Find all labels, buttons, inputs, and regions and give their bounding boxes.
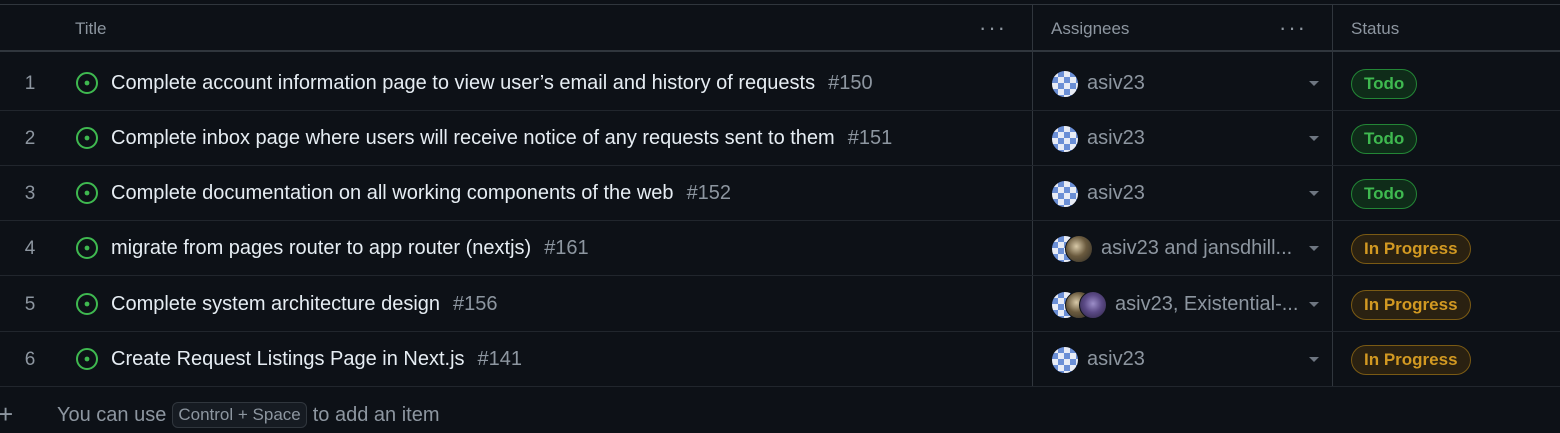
column-header-status[interactable]: Status	[1351, 5, 1399, 52]
title-cell[interactable]: migrate from pages router to app router …	[111, 221, 589, 276]
row-number: 6	[24, 348, 36, 370]
status-cell[interactable]: In Progress	[1351, 221, 1471, 276]
avatar	[1051, 69, 1079, 98]
chevron-down-icon[interactable]	[1309, 246, 1319, 251]
issue-opened-icon	[76, 237, 98, 259]
table-row[interactable]: 3 Complete documentation on all working …	[0, 166, 1560, 221]
assignee-names: asiv23, Existential-...	[1115, 293, 1299, 315]
status-badge: In Progress	[1351, 289, 1471, 320]
title-cell[interactable]: Complete account information page to vie…	[111, 56, 873, 111]
status-cell[interactable]: In Progress	[1351, 277, 1471, 332]
issue-title-link[interactable]: Complete account information page to vie…	[111, 72, 815, 95]
row-number: 3	[24, 182, 36, 204]
status-badge: Todo	[1351, 68, 1418, 99]
chevron-down-icon[interactable]	[1309, 136, 1319, 141]
assignee-avatars	[1051, 124, 1079, 153]
chevron-down-icon[interactable]	[1309, 357, 1319, 362]
title-column-menu-icon[interactable]: ···	[979, 15, 1007, 41]
table-row[interactable]: 1 Complete account information page to v…	[0, 56, 1560, 111]
assignee-names: asiv23 and jansdhill...	[1101, 237, 1293, 259]
issue-opened-icon	[76, 182, 98, 204]
add-item-hint: You can use Control + Space to add an it…	[57, 397, 440, 433]
avatar	[1051, 345, 1079, 374]
status-badge: In Progress	[1351, 344, 1471, 375]
keyboard-shortcut: Control + Space	[172, 402, 307, 428]
avatar	[1065, 234, 1093, 263]
assignees-column-menu-icon[interactable]: ···	[1279, 15, 1307, 41]
avatar	[1079, 290, 1107, 319]
status-cell[interactable]: Todo	[1351, 166, 1418, 221]
title-cell[interactable]: Complete inbox page where users will rec…	[111, 111, 892, 166]
issue-number: #161	[544, 237, 589, 259]
issue-number: #150	[828, 72, 873, 94]
assignee-avatars	[1051, 179, 1079, 208]
issue-number: #151	[847, 127, 893, 149]
assignee-names: asiv23	[1087, 182, 1145, 204]
column-header-status-label: Status	[1351, 18, 1400, 38]
issue-number: #141	[477, 348, 523, 370]
issue-number: #152	[686, 182, 732, 204]
chevron-down-icon[interactable]	[1309, 302, 1319, 307]
issue-opened-icon	[76, 72, 98, 94]
column-header-assignees-label: Assignees	[1051, 18, 1130, 38]
title-cell[interactable]: Create Request Listings Page in Next.js …	[111, 332, 522, 387]
avatar	[1051, 179, 1079, 208]
assignees-cell[interactable]: asiv23	[1051, 56, 1321, 111]
title-cell[interactable]: Complete system architecture design #156	[111, 277, 498, 332]
table-header: Title ··· Assignees ··· Status	[0, 5, 1560, 52]
assignee-avatars	[1051, 345, 1079, 374]
assignees-cell[interactable]: asiv23 and jansdhill...	[1051, 221, 1321, 276]
status-cell[interactable]: Todo	[1351, 56, 1418, 111]
issue-title-link[interactable]: Complete system architecture design	[111, 293, 440, 316]
table-row[interactable]: 2 Complete inbox page where users will r…	[0, 111, 1560, 166]
column-header-assignees[interactable]: Assignees	[1051, 5, 1129, 52]
issue-title-link[interactable]: Complete inbox page where users will rec…	[111, 127, 835, 150]
assignees-cell[interactable]: asiv23	[1051, 332, 1321, 387]
status-cell[interactable]: In Progress	[1351, 332, 1471, 387]
assignee-names: asiv23	[1087, 72, 1145, 94]
issue-title-link[interactable]: Create Request Listings Page in Next.js	[111, 348, 465, 371]
assignee-names: asiv23	[1087, 127, 1145, 149]
column-header-title-label: Title	[75, 18, 107, 38]
status-badge: Todo	[1351, 123, 1418, 154]
add-item-prefix: You can use	[57, 403, 167, 426]
avatar	[1051, 124, 1079, 153]
issue-number: #156	[453, 293, 498, 315]
issue-title-link[interactable]: Complete documentation on all working co…	[111, 182, 674, 205]
assignee-avatars	[1051, 234, 1093, 263]
chevron-down-icon[interactable]	[1309, 81, 1319, 86]
status-badge: Todo	[1351, 178, 1418, 209]
row-number: 2	[24, 127, 36, 149]
row-number: 4	[24, 237, 36, 259]
assignee-avatars	[1051, 69, 1079, 98]
status-badge: In Progress	[1351, 233, 1471, 264]
add-item-row[interactable]: + You can use Control + Space to add an …	[0, 397, 1560, 433]
row-number: 5	[24, 293, 36, 315]
chevron-down-icon[interactable]	[1309, 191, 1319, 196]
assignees-cell[interactable]: asiv23	[1051, 166, 1321, 221]
column-header-title[interactable]: Title	[75, 5, 107, 52]
issue-opened-icon	[76, 127, 98, 149]
assignees-cell[interactable]: asiv23	[1051, 111, 1321, 166]
title-cell[interactable]: Complete documentation on all working co…	[111, 166, 731, 221]
add-item-plus-icon[interactable]: +	[0, 399, 13, 430]
table-row[interactable]: 5 Complete system architecture design #1…	[0, 277, 1560, 332]
row-number: 1	[24, 72, 36, 94]
status-cell[interactable]: Todo	[1351, 111, 1418, 166]
assignee-names: asiv23	[1087, 348, 1145, 370]
add-item-suffix: to add an item	[312, 403, 440, 426]
issue-title-link[interactable]: migrate from pages router to app router …	[111, 237, 531, 260]
table-row[interactable]: 4 migrate from pages router to app route…	[0, 221, 1560, 276]
issue-opened-icon	[76, 293, 98, 315]
assignees-cell[interactable]: asiv23, Existential-...	[1051, 277, 1321, 332]
issue-opened-icon	[76, 348, 98, 370]
table-row[interactable]: 6 Create Request Listings Page in Next.j…	[0, 332, 1560, 387]
assignee-avatars	[1051, 290, 1107, 319]
